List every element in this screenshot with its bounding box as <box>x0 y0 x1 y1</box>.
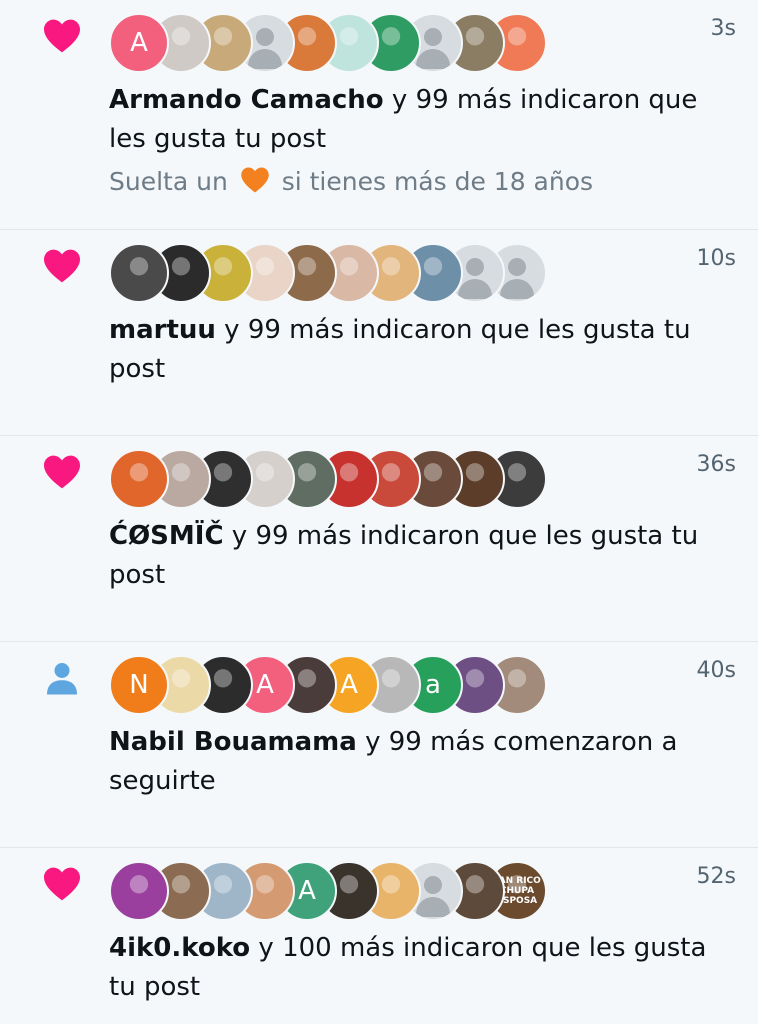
timestamp: 10s <box>696 246 736 271</box>
heart-icon <box>42 16 82 56</box>
heart-icon <box>42 864 82 904</box>
notification-text: Nabil Bouamama y 99 más comenzaron a seg… <box>109 723 739 801</box>
avatar-letter[interactable]: A <box>109 13 169 73</box>
avatar-stack[interactable]: A TAN RICO CHUPA ESPOSA <box>109 861 547 921</box>
post-preview[interactable]: Suelta un si tienes más de 18 años <box>109 162 739 205</box>
notification-text: martuu y 99 más indicaron que les gusta … <box>109 311 739 389</box>
avatar-stack[interactable] <box>109 243 547 303</box>
notification-item[interactable]: A TAN RICO CHUPA ESPOSA 52s 4ik0.koko y 1… <box>0 848 758 1024</box>
notification-text: 4ik0.koko y 100 más indicaron que les gu… <box>109 929 739 1007</box>
actor-name[interactable]: ĆØSMÏČ <box>109 521 224 551</box>
actor-name[interactable]: Nabil Bouamama <box>109 727 357 757</box>
actor-name[interactable]: martuu <box>109 315 216 345</box>
notifications-feed: A 3s Armando Camacho y 99 más indicaron … <box>0 0 758 1024</box>
notification-text: ĆØSMÏČ y 99 más indicaron que les gusta … <box>109 517 739 595</box>
notification-text: Armando Camacho y 99 más indicaron que l… <box>109 81 739 159</box>
timestamp: 3s <box>710 16 736 41</box>
avatar-letter[interactable]: N <box>109 655 169 715</box>
notification-item[interactable]: 36s ĆØSMÏČ y 99 más indicaron que les gu… <box>0 436 758 642</box>
avatar[interactable] <box>109 449 169 509</box>
preview-text-end: si tienes más de 18 años <box>273 167 594 196</box>
actor-name[interactable]: 4ik0.koko <box>109 933 250 963</box>
preview-text-start: Suelta un <box>109 167 236 196</box>
notification-item[interactable]: A 3s Armando Camacho y 99 más indicaron … <box>0 0 758 230</box>
orange-heart-icon <box>240 166 270 205</box>
avatar-stack[interactable]: A <box>109 13 547 73</box>
heart-icon <box>42 452 82 492</box>
timestamp: 52s <box>696 864 736 889</box>
avatar[interactable] <box>109 861 169 921</box>
notification-item[interactable]: NAAa 40s Nabil Bouamama y 99 más comenza… <box>0 642 758 848</box>
actor-name[interactable]: Armando Camacho <box>109 85 384 115</box>
timestamp: 40s <box>696 658 736 683</box>
avatar[interactable] <box>109 243 169 303</box>
notification-item[interactable]: 10s martuu y 99 más indicaron que les gu… <box>0 230 758 436</box>
avatar-stack[interactable]: NAAa <box>109 655 547 715</box>
person-icon <box>42 658 82 698</box>
heart-icon <box>42 246 82 286</box>
timestamp: 36s <box>696 452 736 477</box>
avatar-stack[interactable] <box>109 449 547 509</box>
